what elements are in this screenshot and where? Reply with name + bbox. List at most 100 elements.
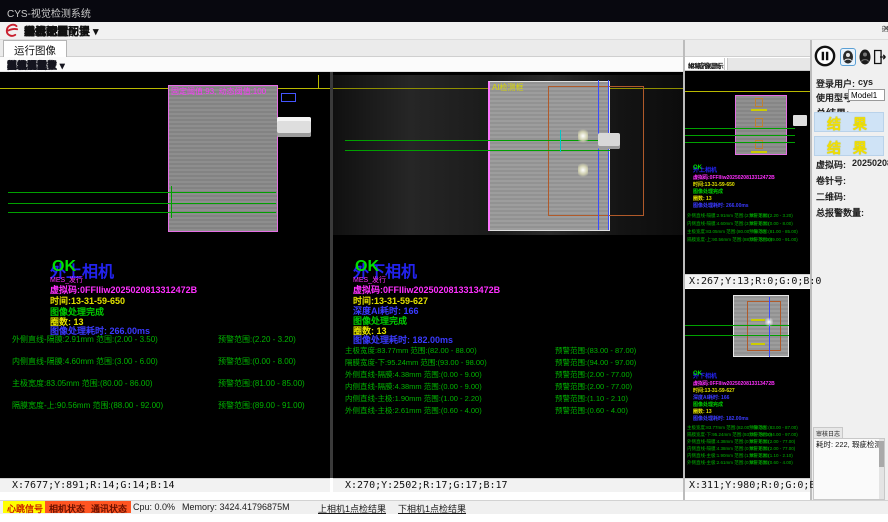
- operator-button[interactable]: [858, 48, 872, 66]
- connector-shape: [793, 115, 807, 126]
- process-elapsed: 图像处理耗时: 266.00ms: [693, 202, 749, 209]
- status-ok: OK: [693, 371, 702, 377]
- login-user-value: cys: [858, 77, 873, 87]
- measurement-text: 主极宽度:83.77mm 范围:(82.00 - 88.00): [345, 345, 477, 356]
- result-box-bottom: 结 果: [814, 136, 884, 156]
- measurement-warn: 预警范围:(0.00 - 8.00): [749, 221, 793, 227]
- toolbar: 相机配置 AI使用配置 相机调试 高级设置 点检设置 ▾ 图像处理 ▾ 基准线参…: [0, 57, 684, 72]
- virtual-code: 虚拟码:0FFIIiw2025020813312472B: [693, 174, 775, 181]
- mini-top-coordinate-bar: X:267;Y:13;R:0;G:0;B:0: [685, 274, 810, 288]
- capture-time: 时间:13-31-59-650: [693, 181, 735, 188]
- scrollbar-thumb[interactable]: [879, 441, 884, 467]
- status-ok: OK: [355, 258, 379, 276]
- measurement-text: 主极宽度:83.05mm 范围:(80.00 - 86.00): [12, 378, 153, 389]
- overlay-yellow-line: [685, 91, 810, 92]
- overlay-blue-line: [769, 297, 770, 357]
- tab-fault-view[interactable]: 故障内视图: [685, 58, 725, 70]
- tab-strip: [0, 40, 888, 57]
- heartbeat-badge: 心跳信号: [3, 501, 47, 513]
- overlay-yellow-line: [0, 88, 330, 89]
- mini-bottom-coordinate-bar: X:311;Y:980;R:0;G:0;B:0: [685, 478, 810, 492]
- bright-spot: [578, 128, 588, 144]
- overlay-green-line: [685, 135, 795, 136]
- bright-spot: [765, 317, 773, 327]
- measurement-text: 内侧直线-隔膜:4.60mm 范围:(3.00 - 6.00): [12, 356, 158, 367]
- roi-tag: [281, 93, 296, 102]
- status-ok: OK: [52, 258, 76, 276]
- virtual-code: 虚拟码:0FFIIiw2025020813313472B: [693, 380, 775, 387]
- user-icon: [842, 50, 854, 64]
- measurement-warn: 预警范围:(0.60 - 4.00): [749, 460, 793, 466]
- upper-camera-check-link[interactable]: 上相机1点检结果: [318, 502, 386, 515]
- log-tabs: 运行日志 报警日志 审核日志: [813, 427, 885, 438]
- model-input[interactable]: [848, 89, 885, 101]
- tab-audit-log[interactable]: 审核日志: [813, 427, 843, 438]
- overlay-cyan-tick: [560, 130, 561, 152]
- mini-marker-box: [755, 98, 763, 107]
- loop-count: 圈数: 13: [693, 408, 712, 415]
- tab-run-image[interactable]: 运行图像: [3, 40, 67, 57]
- measurement-warn: 预警范围:(89.00 - 91.00): [218, 400, 305, 411]
- measurement-warn: 预警范围:(1.10 - 2.10): [749, 453, 793, 459]
- measurement-text: 外侧直线-主极:2.61mm 范围:(0.60 - 4.00): [345, 405, 482, 416]
- log-box[interactable]: 耗时: 222, 瑕疵检测耗时: 17, 瑕疵分类耗时: 0, 瑕疵提取分区耗时…: [813, 438, 885, 500]
- window-title: CYS-视觉检测系统: [7, 5, 91, 20]
- barcode-value: 20250208: [852, 158, 888, 168]
- ai-label: AI检测框: [492, 82, 524, 93]
- connector-shape: [277, 117, 311, 137]
- measurement-warn: 预警范围:(2.20 - 3.20): [749, 213, 793, 219]
- measurement-warn: 预警范围:(2.20 - 3.20): [218, 334, 296, 345]
- overlay-blue-line: [608, 80, 609, 230]
- qr-label: 二维码:: [816, 190, 846, 203]
- overlay-green-line: [171, 186, 172, 218]
- measurement-warn: 预警范围:(94.00 - 97.00): [555, 357, 636, 368]
- pause-button[interactable]: [814, 45, 836, 67]
- mini-yellow-mark: [751, 319, 765, 321]
- overlay-green-line: [685, 142, 795, 143]
- measurement-warn: 预警范围:(0.60 - 4.00): [555, 405, 628, 416]
- mini-view-top[interactable]: 外上相机OK 虚拟码:0FFIIiw2025020813312472B 时间:1…: [685, 71, 810, 274]
- mini-marker-box: [755, 118, 763, 127]
- status-ok: OK: [693, 165, 702, 171]
- result-box-top: 结 果: [814, 112, 884, 132]
- login-user-button[interactable]: [840, 48, 856, 66]
- measurement-text: 外侧直线-隔膜:2.91mm 范围:(2.00 - 3.50): [12, 334, 158, 345]
- mini-yellow-mark: [751, 151, 767, 153]
- exit-door-icon: [873, 49, 887, 65]
- threshold-label: 固定阈值:93, 动态阈值:100: [171, 86, 266, 97]
- process-done: 图像处理完成: [693, 401, 723, 408]
- connector-shape: [598, 133, 620, 149]
- barcode-label: 虚拟码:: [816, 158, 846, 171]
- app-window: CYS-视觉检测系统 系统配置 相机配置 通讯配置 IO卡配置 ▾ 光源控制配置…: [0, 0, 888, 522]
- lower-camera-check-link[interactable]: 下相机1点检结果: [398, 502, 466, 515]
- measurement-text: 外侧直线-隔膜:4.38mm 范围:(0.00 - 9.00): [345, 369, 482, 380]
- camera-status-badge: 相机状态: [45, 501, 89, 513]
- toolbar-other-settings[interactable]: 其它设置 ▾: [7, 57, 55, 72]
- measurement-text: 隔膜宽度-上:90.56mm 范围:(88.00 - 92.00): [12, 400, 163, 411]
- ai-detect-box: [548, 86, 644, 216]
- process-elapsed: 图像处理耗时: 182.00ms: [693, 415, 749, 422]
- mini-view-bottom[interactable]: 外下相机OK 虚拟码:0FFIIiw2025020813313472B 时间:1…: [685, 289, 810, 478]
- comm-status-badge: 通讯状态: [87, 501, 131, 513]
- measurement-warn: 预警范围:(2.00 - 77.00): [555, 369, 632, 380]
- overlay-green-line: [685, 128, 795, 129]
- ai-elapsed: 深度AI耗时: 166: [693, 394, 729, 401]
- title-bar: CYS-视觉检测系统: [0, 0, 888, 22]
- measurement-warn: 预警范围:(1.10 - 2.10): [555, 393, 628, 404]
- user-dark-icon: [859, 49, 871, 65]
- close-icon[interactable]: ✕: [882, 24, 888, 36]
- loop-count: 圈数: 13: [693, 195, 712, 202]
- memory-usage: Memory: 3424.41796875M: [182, 502, 290, 512]
- measurement-warn: 预警范围:(81.00 - 85.00): [218, 378, 305, 389]
- exit-button[interactable]: [872, 48, 887, 66]
- measurement-warn: 预警范围:(83.00 - 87.00): [555, 345, 636, 356]
- measurement-warn: 预警范围:(94.00 - 97.00): [749, 432, 798, 438]
- mini-yellow-mark: [751, 343, 765, 345]
- menu-item-language[interactable]: 系统语言切换: [24, 23, 90, 39]
- measurement-warn: 预警范围:(2.00 - 77.00): [749, 446, 795, 452]
- overlay-blue-line: [598, 80, 599, 230]
- measurement-warn: 预警范围:(81.00 - 85.00): [749, 229, 798, 235]
- measurement-text: 内侧直线-隔膜:4.38mm 范围:(0.00 - 9.00): [345, 381, 482, 392]
- log-scrollbar[interactable]: [879, 439, 884, 499]
- overlay-green-line: [345, 140, 610, 141]
